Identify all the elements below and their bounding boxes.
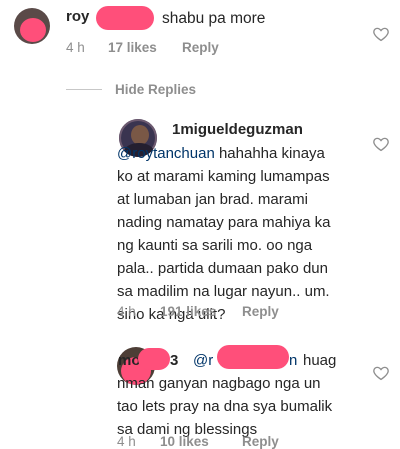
- hide-replies-button[interactable]: Hide Replies: [115, 82, 196, 97]
- reply-text: @roytanchuan hahahha kinaya ko at marami…: [117, 142, 330, 326]
- heart-icon[interactable]: [372, 25, 390, 43]
- redaction-mark: [217, 345, 289, 369]
- reply-text-line: sa madilim na lugar nayun.. um.: [117, 283, 330, 300]
- comment-likes[interactable]: 17 likes: [108, 40, 157, 55]
- reply-text: nman ganyan nagbago nga un tao lets pray…: [117, 372, 332, 441]
- redaction-mark: [138, 348, 170, 370]
- reply-text-line: ng kaunti sa sarili mo. oo nga: [117, 237, 313, 254]
- redaction-mark: [96, 6, 154, 30]
- reply-likes[interactable]: 10 likes: [160, 434, 209, 449]
- reply-text-line: pala.. partida dumaan pako dun: [117, 260, 328, 277]
- reply-text-line: tao lets pray na dna sya bumalik: [117, 398, 333, 415]
- mention-link[interactable]: n: [289, 349, 297, 372]
- reply-button[interactable]: Reply: [242, 304, 279, 319]
- reply-text-line: hahahha kinaya: [218, 145, 325, 162]
- heart-icon[interactable]: [372, 364, 390, 382]
- heart-icon[interactable]: [372, 135, 390, 153]
- reply-username[interactable]: 3: [170, 352, 178, 369]
- mention-link[interactable]: @r: [193, 349, 213, 372]
- reply-text-line: nading namatay para mahiya ka: [117, 214, 331, 231]
- reply-time: 4 h: [117, 434, 136, 449]
- reply-text-line: nman ganyan nagbago nga un: [117, 375, 321, 392]
- reply-text-line: ko at marami kaming lumampas: [117, 168, 330, 185]
- comment-text: shabu pa more: [162, 10, 266, 27]
- avatar[interactable]: [14, 8, 50, 44]
- comment-time: 4 h: [66, 40, 85, 55]
- comment-username[interactable]: roy: [66, 8, 89, 25]
- reply-button[interactable]: Reply: [182, 40, 219, 55]
- reply-text: huag: [303, 352, 337, 369]
- hide-replies-line: [66, 89, 102, 90]
- reply-text-line: at lumaban jan brad. marami: [117, 191, 308, 208]
- mention-link[interactable]: @roytanchuan: [117, 145, 215, 162]
- reply-username[interactable]: 1migueldeguzman: [172, 121, 303, 138]
- reply-time: 4 h: [117, 304, 136, 319]
- reply-button[interactable]: Reply: [242, 434, 279, 449]
- reply-likes[interactable]: 191 likes: [160, 304, 216, 319]
